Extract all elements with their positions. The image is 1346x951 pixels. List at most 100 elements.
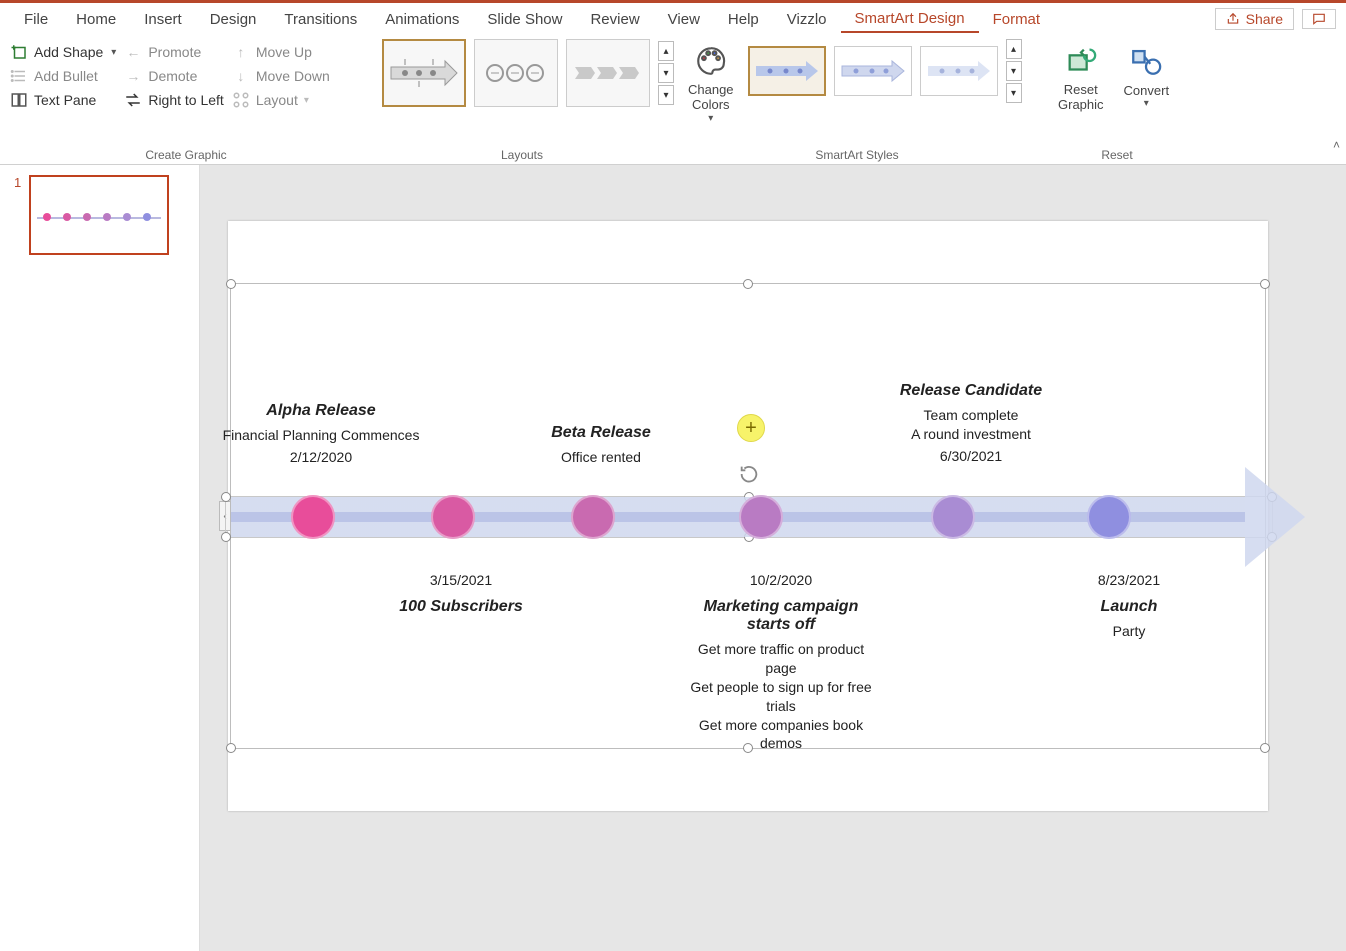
group-label-create-graphic: Create Graphic — [10, 146, 362, 162]
change-colors-label: Change Colors — [688, 83, 734, 113]
change-colors-button[interactable]: Change Colors ▾ — [682, 39, 740, 128]
group-reset: Reset Graphic Convert ▾ Reset — [1042, 35, 1192, 164]
tab-format[interactable]: Format — [979, 7, 1055, 32]
share-icon — [1226, 12, 1240, 26]
move-up-label: Move Up — [256, 44, 312, 60]
event-detail: Get more companies book demos — [681, 716, 881, 754]
tab-home[interactable]: Home — [62, 7, 130, 32]
timeline-dot-6[interactable] — [1087, 495, 1131, 539]
tab-slideshow[interactable]: Slide Show — [473, 7, 576, 32]
layout-button[interactable]: Layout ▾ — [232, 91, 330, 109]
tab-file[interactable]: File — [10, 7, 62, 32]
palette-icon — [693, 43, 729, 79]
add-event-marker[interactable]: + — [737, 414, 765, 442]
group-label-layouts: Layouts — [382, 146, 662, 162]
event-detail: Party — [1029, 622, 1229, 641]
workspace: 1 ‹ — [0, 165, 1346, 951]
add-shape-button[interactable]: Add Shape ▾ — [10, 43, 116, 61]
layout-option-3[interactable] — [566, 39, 650, 107]
slide-canvas[interactable]: ‹ — [228, 221, 1268, 811]
tab-insert[interactable]: Insert — [130, 7, 196, 32]
layout-option-1[interactable] — [382, 39, 466, 107]
right-to-left-button[interactable]: Right to Left — [124, 91, 224, 109]
timeline-dot-2[interactable] — [431, 495, 475, 539]
demote-label: Demote — [148, 68, 197, 84]
style-option-3[interactable] — [920, 46, 998, 96]
add-bullet-button[interactable]: Add Bullet — [10, 67, 116, 85]
event-detail: A round investment — [871, 425, 1071, 444]
ribbon: Add Shape ▾ Add Bullet Text Pane — [0, 35, 1346, 165]
tab-animations[interactable]: Animations — [371, 7, 473, 32]
slide-thumbnail-1[interactable] — [29, 175, 169, 255]
tab-design[interactable]: Design — [196, 7, 271, 32]
styles-more[interactable]: ▾ — [1006, 83, 1022, 103]
timeline-event-3[interactable]: Beta ReleaseOffice rented — [501, 424, 701, 467]
resize-handle-sw[interactable] — [226, 743, 236, 753]
chevron-down-icon: ▾ — [1144, 98, 1149, 109]
tab-help[interactable]: Help — [714, 7, 773, 32]
layout-option-2[interactable] — [474, 39, 558, 107]
event-title: Launch — [1029, 598, 1229, 616]
event-date: 6/30/2021 — [871, 448, 1071, 464]
event-date: 2/12/2020 — [221, 449, 421, 465]
timeline-dot-4[interactable] — [739, 495, 783, 539]
resize-handle-nw[interactable] — [226, 279, 236, 289]
tab-vizzlo[interactable]: Vizzlo — [773, 7, 841, 32]
chevron-down-icon: ▾ — [304, 95, 309, 106]
style-option-2[interactable] — [834, 46, 912, 96]
tab-smartart-design[interactable]: SmartArt Design — [841, 6, 979, 33]
convert-label: Convert — [1124, 83, 1170, 98]
collapse-ribbon-icon[interactable]: ˄ — [1333, 138, 1340, 152]
move-up-button[interactable]: ↑ Move Up — [232, 43, 330, 61]
event-date: 10/2/2020 — [681, 572, 881, 588]
tab-transitions[interactable]: Transitions — [270, 7, 371, 32]
group-smartart-styles: Change Colors ▾ ▴ ▾ ▾ Smart — [672, 35, 1042, 164]
demote-icon: → — [124, 67, 142, 85]
event-detail: Get more traffic on product page — [681, 640, 881, 678]
timeline-event-1[interactable]: Alpha ReleaseFinancial Planning Commence… — [221, 402, 421, 465]
styles-up[interactable]: ▴ — [1006, 39, 1022, 59]
event-detail: Office rented — [501, 448, 701, 467]
move-down-button[interactable]: ↓ Move Down — [232, 67, 330, 85]
timeline-event-6[interactable]: 8/23/2021 Launch Party — [1029, 568, 1229, 641]
timeline-event-4[interactable]: 10/2/2020Marketing campaign starts offGe… — [681, 568, 881, 753]
tab-review[interactable]: Review — [576, 7, 653, 32]
resize-handle-ne[interactable] — [1260, 279, 1270, 289]
thumb-number: 1 — [14, 175, 21, 190]
inner-handle-sw[interactable] — [221, 532, 231, 542]
reset-graphic-button[interactable]: Reset Graphic — [1052, 39, 1110, 117]
promote-button[interactable]: ← Promote — [124, 43, 224, 61]
timeline-dot-1[interactable] — [291, 495, 335, 539]
tab-view[interactable]: View — [654, 7, 714, 32]
group-label-smartart-styles: SmartArt Styles — [682, 146, 1032, 162]
smartart-selection-frame[interactable]: ‹ — [230, 283, 1266, 749]
share-label: Share — [1246, 11, 1283, 27]
text-pane-icon — [10, 91, 28, 109]
styles-down[interactable]: ▾ — [1006, 61, 1022, 81]
demote-button[interactable]: → Demote — [124, 67, 224, 85]
resize-handle-se[interactable] — [1260, 743, 1270, 753]
event-date: 8/23/2021 — [1029, 572, 1229, 588]
timeline-dot-5[interactable] — [931, 495, 975, 539]
share-button[interactable]: Share — [1215, 8, 1294, 30]
text-pane-button[interactable]: Text Pane — [10, 91, 116, 109]
add-shape-icon — [10, 43, 28, 61]
add-shape-label: Add Shape — [34, 44, 103, 60]
resize-handle-n[interactable] — [743, 279, 753, 289]
timeline-event-5[interactable]: Release CandidateTeam completeA round in… — [871, 382, 1071, 464]
event-title: Alpha Release — [221, 402, 421, 420]
move-down-icon: ↓ — [232, 67, 250, 85]
inner-handle-nw[interactable] — [221, 492, 231, 502]
timeline-dot-3[interactable] — [571, 495, 615, 539]
slide-editor[interactable]: ‹ — [200, 165, 1346, 951]
timeline-arrow[interactable] — [231, 477, 1305, 557]
style-option-1[interactable] — [748, 46, 826, 96]
comments-button[interactable] — [1302, 9, 1336, 29]
promote-icon: ← — [124, 43, 142, 61]
right-to-left-label: Right to Left — [148, 92, 224, 108]
convert-button[interactable]: Convert ▾ — [1118, 39, 1176, 113]
move-up-icon: ↑ — [232, 43, 250, 61]
timeline-event-2[interactable]: 3/15/2021100 Subscribers — [361, 568, 561, 622]
styles-spinner: ▴ ▾ ▾ — [1006, 39, 1022, 103]
group-create-graphic: Add Shape ▾ Add Bullet Text Pane — [0, 35, 372, 164]
